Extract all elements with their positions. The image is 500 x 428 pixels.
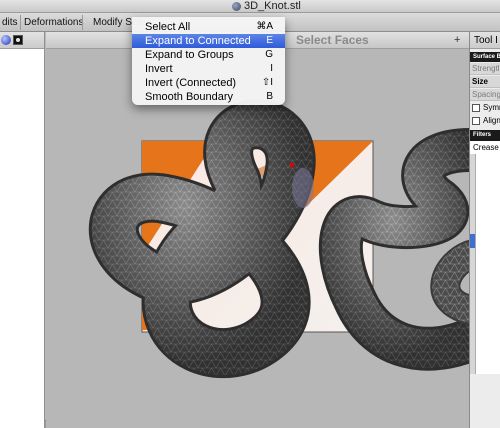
inspector-scrollbar[interactable] — [470, 154, 476, 374]
menu-item-shortcut: ⌘A — [256, 21, 273, 32]
toolbar-divider — [20, 15, 21, 30]
menu-item-label: Expand to Connected — [145, 35, 251, 47]
inspector-list-area — [470, 154, 500, 374]
menu-item-label: Smooth Boundary — [145, 91, 234, 103]
modify-selection-menu: Select All ⌘A Expand to Connected E Expa… — [132, 17, 285, 105]
toolbar-item-deformations[interactable]: Deformations — [22, 13, 85, 32]
symmetry-checkbox[interactable]: Symm — [470, 101, 500, 114]
menu-item-shortcut: E — [266, 35, 273, 46]
menu-item-label: Invert (Connected) — [145, 77, 237, 89]
align-label: Align — [483, 116, 500, 125]
document-sphere-icon — [232, 2, 241, 11]
scrollbar-thumb[interactable] — [470, 234, 475, 248]
tab-tool-inspector[interactable]: Tool I — [470, 32, 500, 49]
menu-item-expand-to-groups[interactable]: Expand to Groups G — [132, 48, 285, 62]
toolbar-item-edits[interactable]: dits — [0, 13, 20, 32]
add-panel-button[interactable]: + — [454, 32, 460, 49]
menu-item-shortcut: I — [270, 63, 273, 74]
checkbox-box[interactable] — [472, 116, 480, 125]
title-bar: 3D_Knot.stl — [0, 0, 500, 13]
menu-item-smooth-boundary[interactable]: Smooth Boundary B — [132, 90, 285, 104]
tool-title: Select Faces — [296, 33, 369, 47]
menu-item-label: Select All — [145, 21, 191, 33]
checkbox-box[interactable] — [472, 103, 480, 112]
spacing-slider[interactable]: Spacing — [470, 89, 500, 101]
crease-angle-label: Crease A — [470, 141, 500, 154]
window-title: 3D_Knot.stl — [232, 0, 301, 13]
brush-cursor — [292, 168, 314, 208]
menu-item-select-all[interactable]: Select All ⌘A — [132, 20, 285, 34]
tool-inspector-panel: Tool I Surface B Strengtl Size Spacing S… — [469, 32, 500, 428]
sphere-icon[interactable] — [1, 35, 11, 45]
window-title-text: 3D_Knot.stl — [244, 0, 301, 12]
strength-slider[interactable]: Strengtl — [470, 63, 500, 75]
size-slider[interactable]: Size — [470, 76, 500, 88]
menu-item-shortcut: B — [266, 91, 273, 102]
menu-item-label: Invert — [145, 63, 173, 75]
menu-item-label: Expand to Groups — [145, 49, 234, 61]
menu-item-expand-to-connected[interactable]: Expand to Connected E — [132, 34, 285, 48]
align-checkbox[interactable]: Align — [470, 114, 500, 127]
menu-item-invert-connected[interactable]: Invert (Connected) ⇧I — [132, 76, 285, 90]
filters-header: Filters — [470, 130, 500, 141]
surface-brush-header: Surface B — [470, 52, 500, 62]
checker-square-icon[interactable] — [13, 35, 23, 45]
left-panel — [0, 32, 45, 428]
menu-item-shortcut: G — [265, 49, 273, 60]
left-panel-header — [0, 32, 44, 49]
menu-item-invert[interactable]: Invert I — [132, 62, 285, 76]
toolbar-divider — [82, 15, 83, 30]
symmetry-label: Symm — [483, 103, 500, 112]
menu-item-shortcut: ⇧I — [261, 77, 273, 88]
brush-center-marker — [290, 163, 294, 167]
